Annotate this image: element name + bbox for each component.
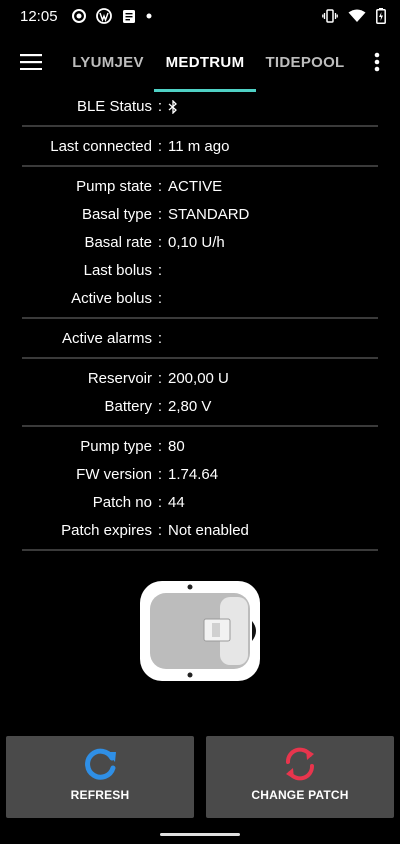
wifi-icon xyxy=(348,9,366,22)
basal-type-label: Basal type xyxy=(81,205,152,223)
more-vert-icon xyxy=(374,52,380,72)
basal-type-value: STANDARD xyxy=(168,205,250,223)
connection-group: Last connected : 11 m ago xyxy=(22,127,378,165)
pump-type-label: Pump type xyxy=(80,437,152,455)
fw-version-value: 1.74.64 xyxy=(168,465,219,483)
battery-label: Battery xyxy=(104,397,152,415)
divider xyxy=(22,549,378,551)
separator: : xyxy=(157,369,163,387)
ble-status-value xyxy=(168,98,378,115)
ble-group: BLE Status : xyxy=(22,92,378,125)
alarms-group: Active alarms : xyxy=(22,319,378,357)
last-connected-value: 11 m ago xyxy=(168,137,230,155)
separator: : xyxy=(157,261,163,279)
record-icon xyxy=(71,9,86,23)
pump-state-group: Pump state : ACTIVE Basal type : STANDAR… xyxy=(22,167,378,317)
gesture-nav-bar[interactable] xyxy=(160,833,240,836)
hamburger-menu-icon xyxy=(20,54,42,70)
separator: : xyxy=(157,329,163,347)
pump-type-value: 80 xyxy=(168,437,185,455)
patch-expires-label: Patch expires xyxy=(61,521,152,539)
basal-rate-label: Basal rate xyxy=(84,233,152,251)
separator: : xyxy=(157,397,163,415)
status-row: Reservoir : 200,00 U xyxy=(22,364,378,392)
patch-no-value: 44 xyxy=(168,493,185,511)
dot-icon xyxy=(146,13,152,19)
medtrum-patch-pump-icon xyxy=(140,581,260,681)
status-row: Patch no : 44 xyxy=(22,488,378,516)
device-info-group: Pump type : 80 FW version : 1.74.64 Patc… xyxy=(22,427,378,549)
bluetooth-icon xyxy=(168,98,177,115)
more-options-button[interactable] xyxy=(354,32,400,92)
separator: : xyxy=(157,205,163,223)
battery-icon xyxy=(376,8,386,24)
reservoir-value: 200,00 U xyxy=(168,369,229,387)
active-alarms-label: Active alarms xyxy=(61,329,152,347)
document-icon xyxy=(122,9,135,23)
separator: : xyxy=(157,97,163,115)
status-row: FW version : 1.74.64 xyxy=(22,460,378,488)
status-time: 12:05 xyxy=(20,7,58,25)
change-patch-button-label: CHANGE PATCH xyxy=(251,788,349,802)
last-connected-label: Last connected xyxy=(50,137,152,155)
status-row: Basal rate : 0,10 U/h xyxy=(22,228,378,256)
status-row: Pump state : ACTIVE xyxy=(22,172,378,200)
status-row: Active alarms : xyxy=(22,324,378,352)
refresh-button-label: REFRESH xyxy=(70,788,130,802)
separator: : xyxy=(157,289,163,307)
ble-status-label: BLE Status xyxy=(76,97,152,115)
separator: : xyxy=(157,177,163,195)
separator: : xyxy=(157,493,163,511)
tab-bar: LYUMJEV MEDTRUM TIDEPOOL xyxy=(62,32,354,92)
reservoir-label: Reservoir xyxy=(87,369,152,387)
toolbar: LYUMJEV MEDTRUM TIDEPOOL xyxy=(0,32,400,92)
pump-status-panel: BLE Status : Last connected : 11 m ago P… xyxy=(0,92,400,683)
tab-lyumjev[interactable]: LYUMJEV xyxy=(62,32,154,92)
patch-no-label: Patch no xyxy=(92,493,152,511)
menu-button[interactable] xyxy=(0,32,62,92)
status-row: Pump type : 80 xyxy=(22,432,378,460)
basal-rate-value: 0,10 U/h xyxy=(168,233,225,251)
status-row: Basal type : STANDARD xyxy=(22,200,378,228)
status-row: BLE Status : xyxy=(22,92,378,120)
pump-image xyxy=(22,579,378,683)
tab-tidepool[interactable]: TIDEPOOL xyxy=(256,32,354,92)
pump-state-label: Pump state xyxy=(76,177,152,195)
reservoir-group: Reservoir : 200,00 U Battery : 2,80 V xyxy=(22,359,378,425)
change-patch-button[interactable]: CHANGE PATCH xyxy=(206,736,394,818)
patch-expires-value: Not enabled xyxy=(168,521,249,539)
tab-medtrum[interactable]: MEDTRUM xyxy=(154,32,256,92)
status-row: Last connected : 11 m ago xyxy=(22,132,378,160)
last-bolus-label: Last bolus xyxy=(83,261,152,279)
battery-value: 2,80 V xyxy=(168,397,212,415)
pump-state-value: ACTIVE xyxy=(168,177,223,195)
change-patch-icon xyxy=(285,747,315,781)
separator: : xyxy=(157,233,163,251)
separator: : xyxy=(157,137,163,155)
refresh-icon xyxy=(85,748,116,780)
refresh-button[interactable]: REFRESH xyxy=(6,736,194,818)
status-row: Active bolus : xyxy=(22,284,378,312)
action-buttons: REFRESH CHANGE PATCH xyxy=(6,736,394,818)
active-bolus-label: Active bolus xyxy=(71,289,152,307)
status-row: Battery : 2,80 V xyxy=(22,392,378,420)
separator: : xyxy=(157,465,163,483)
fw-version-label: FW version xyxy=(76,465,152,483)
vibrate-icon xyxy=(322,9,338,23)
status-bar: 12:05 xyxy=(0,0,400,32)
status-row: Patch expires : Not enabled xyxy=(22,516,378,544)
status-row: Last bolus : xyxy=(22,256,378,284)
wordpress-icon xyxy=(95,8,112,24)
separator: : xyxy=(157,521,163,539)
separator: : xyxy=(157,437,163,455)
